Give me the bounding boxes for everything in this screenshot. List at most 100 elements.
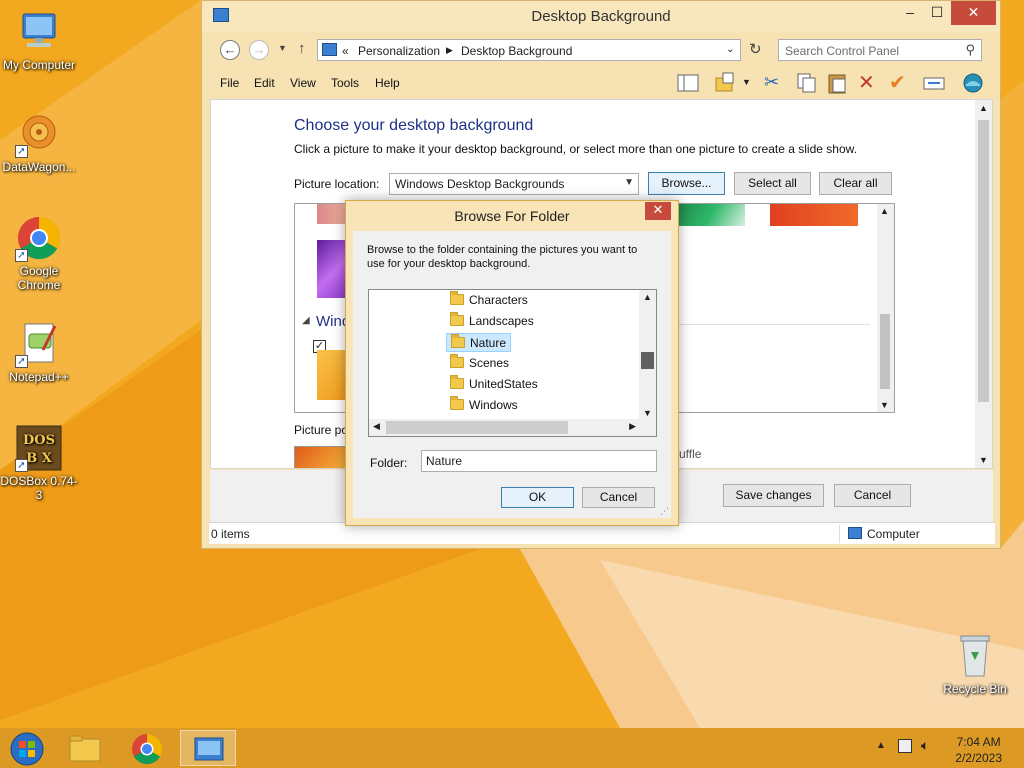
window-titlebar[interactable]: Desktop Background – ☐ ✕: [202, 1, 1000, 32]
cancel-button[interactable]: Cancel: [834, 484, 911, 507]
taskbar-chrome[interactable]: [119, 730, 175, 766]
resize-grip-icon[interactable]: ⋰: [660, 506, 669, 517]
gallery-scrollbar[interactable]: ▲ ▼: [877, 204, 894, 412]
recent-pages-dropdown[interactable]: ▼: [278, 43, 287, 53]
folder-icon: [450, 312, 464, 326]
ok-button[interactable]: OK: [501, 487, 574, 508]
rename-icon[interactable]: [922, 72, 946, 94]
menu-help[interactable]: Help: [375, 76, 400, 90]
layout-icon[interactable]: [676, 72, 700, 94]
save-changes-button[interactable]: Save changes: [723, 484, 824, 507]
cut-icon[interactable]: ✂: [764, 72, 788, 94]
folder-label: Scenes: [469, 356, 510, 370]
scroll-down-icon[interactable]: ▼: [880, 400, 889, 410]
desktop-icon-dosbox[interactable]: DOS B X ➚ DOSBox 0.74-3: [0, 424, 78, 502]
folder-item-landscapes[interactable]: Landscapes: [446, 312, 538, 331]
scroll-up-icon[interactable]: ▲: [880, 206, 889, 216]
copy-icon[interactable]: [795, 72, 819, 94]
breadcrumb-desktop-background[interactable]: Desktop Background: [461, 44, 572, 58]
network-status-icon[interactable]: [898, 739, 912, 753]
monitor-icon: [322, 43, 337, 56]
clear-all-button[interactable]: Clear all: [819, 172, 892, 195]
scroll-down-icon[interactable]: ▼: [643, 408, 652, 418]
back-button[interactable]: ←: [220, 40, 240, 60]
chrome-icon: ➚: [15, 214, 63, 262]
search-input[interactable]: Search Control Panel ⚲: [778, 39, 982, 61]
folder-icon: [450, 375, 464, 389]
picture-location-select[interactable]: Windows Desktop Backgrounds ▼: [389, 173, 639, 195]
folder-item-scenes[interactable]: Scenes: [446, 354, 513, 373]
folder-label: UnitedStates: [469, 377, 538, 391]
desktop-icon-label: My Computer: [2, 58, 76, 72]
scroll-thumb[interactable]: [641, 352, 654, 369]
folder-icon: [451, 334, 465, 348]
scroll-left-icon[interactable]: ◀: [373, 421, 380, 432]
tree-vertical-scrollbar[interactable]: ▲ ▼: [639, 290, 656, 420]
group-collapse-icon[interactable]: ◢: [302, 315, 310, 326]
group-divider: [675, 324, 870, 325]
thumbnail-red[interactable]: [770, 204, 858, 226]
toolbar-dropdown-icon[interactable]: ▼: [742, 77, 766, 99]
refresh-button[interactable]: ↻: [749, 40, 762, 58]
paste-icon[interactable]: [826, 72, 850, 94]
desktop-icon-my-computer[interactable]: My Computer: [0, 8, 78, 72]
desktop-icon-recycle-bin[interactable]: Recycle Bin: [936, 632, 1014, 696]
folder-icon: [450, 291, 464, 305]
scroll-up-icon[interactable]: ▲: [979, 103, 988, 113]
folder-item-windows[interactable]: Windows: [446, 396, 522, 415]
thumbnail-green[interactable]: [677, 204, 745, 226]
delete-icon[interactable]: ✕: [858, 70, 882, 94]
tree-horizontal-scrollbar[interactable]: ◀ ▶: [369, 419, 656, 436]
menu-edit[interactable]: Edit: [254, 76, 275, 90]
dialog-description: Browse to the folder containing the pict…: [367, 244, 638, 270]
address-dropdown-icon[interactable]: ⌄: [726, 44, 734, 55]
properties-icon[interactable]: ✔: [889, 70, 913, 94]
desktop-icon-notepad-plus-plus[interactable]: ➚ Notepad++: [0, 320, 78, 384]
forward-button[interactable]: →: [249, 40, 269, 60]
shuffle-label: uffle: [679, 447, 702, 461]
folder-item-characters[interactable]: Characters: [446, 291, 532, 310]
desktop-icon-google-chrome[interactable]: ➚ Google Chrome: [0, 214, 78, 292]
scroll-thumb[interactable]: [386, 421, 568, 434]
system-clock[interactable]: 7:04 AM 2/2/2023: [955, 734, 1002, 766]
folder-tree[interactable]: Characters Landscapes Nature Scenes Unit…: [368, 289, 657, 437]
scroll-right-icon[interactable]: ▶: [629, 421, 636, 432]
scroll-up-icon[interactable]: ▲: [643, 292, 652, 302]
chevron-down-icon: ▼: [624, 177, 634, 188]
scroll-thumb[interactable]: [978, 120, 989, 402]
desktop-icon-datawagon[interactable]: ➚ DataWagon...: [0, 110, 78, 174]
folder-item-nature[interactable]: Nature: [446, 333, 512, 352]
folder-options-icon[interactable]: [714, 72, 738, 94]
menu-view[interactable]: View: [290, 76, 316, 90]
dialog-cancel-button[interactable]: Cancel: [582, 487, 655, 508]
search-icon: ⚲: [965, 42, 975, 57]
folder-input[interactable]: Nature: [421, 450, 657, 472]
volume-icon[interactable]: 🔈︎: [921, 737, 929, 754]
thumbnail-orange[interactable]: [317, 350, 347, 400]
browse-button[interactable]: Browse...: [648, 172, 725, 195]
folder-label: Folder:: [370, 456, 408, 470]
taskbar-control-panel[interactable]: [180, 730, 236, 766]
file-explorer-icon: [69, 735, 101, 762]
menu-file[interactable]: File: [220, 76, 239, 90]
menu-bar: File Edit View Tools Help ▼ ✂ ✕ ✔: [209, 67, 995, 99]
content-scrollbar[interactable]: ▲ ▼: [975, 100, 992, 468]
breadcrumb-personalization[interactable]: Personalization: [358, 44, 440, 58]
taskbar-file-explorer[interactable]: [58, 730, 114, 766]
close-button[interactable]: ✕: [951, 1, 996, 25]
address-bar[interactable]: « Personalization ▶ Desktop Background ⌄: [317, 39, 741, 61]
select-all-button[interactable]: Select all: [734, 172, 811, 195]
dialog-close-button[interactable]: ✕: [645, 202, 671, 220]
folder-label: Landscapes: [469, 314, 534, 328]
show-hidden-icons-icon[interactable]: ▲: [876, 740, 886, 751]
start-button[interactable]: [0, 730, 56, 766]
clock-date: 2/2/2023: [955, 751, 1002, 765]
menu-tools[interactable]: Tools: [331, 76, 359, 90]
scroll-thumb[interactable]: [880, 314, 890, 389]
maximize-button[interactable]: ☐: [924, 1, 950, 25]
network-icon[interactable]: [961, 72, 985, 94]
up-button[interactable]: ↑: [298, 40, 306, 57]
minimize-button[interactable]: –: [897, 1, 923, 25]
folder-item-unitedstates[interactable]: UnitedStates: [446, 375, 542, 394]
scroll-down-icon[interactable]: ▼: [979, 455, 988, 465]
